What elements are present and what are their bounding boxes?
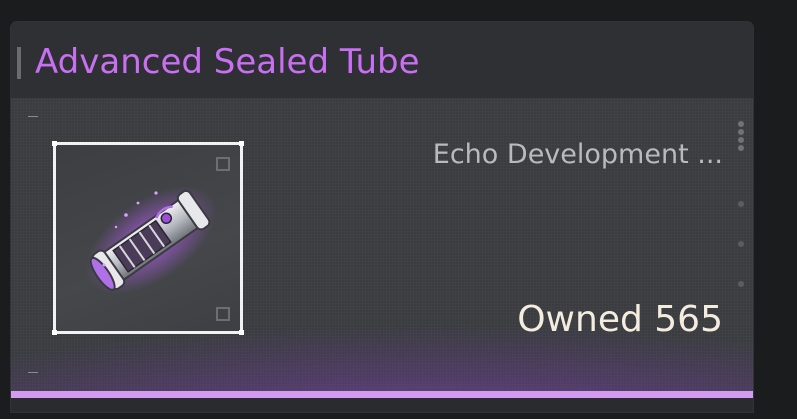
decor-dot: [738, 201, 744, 207]
decor-dot: [738, 281, 744, 287]
decor-dot: [738, 241, 744, 247]
decor-dot: [738, 137, 744, 143]
item-thumbnail[interactable]: [52, 141, 244, 335]
item-category-label: Echo Development ...: [432, 139, 723, 170]
rarity-bar: [11, 391, 753, 398]
owned-value: 565: [654, 299, 723, 340]
decor-dot: [738, 129, 744, 135]
decorative-dots: [738, 121, 744, 291]
card-header: Advanced Sealed Tube: [11, 22, 753, 99]
sealed-tube-icon: [85, 185, 217, 295]
owned-label: Owned: [517, 299, 643, 340]
header-accent-bar: [17, 47, 21, 79]
card-body: Echo Development ... Owned 565: [11, 99, 753, 412]
corner-mark-top-left: [28, 116, 38, 127]
corner-mark-bottom-left: [28, 372, 38, 383]
owned-count: Owned 565: [517, 299, 723, 340]
item-title: Advanced Sealed Tube: [35, 42, 420, 82]
bottom-strip: [11, 398, 753, 412]
item-card: Advanced Sealed Tube Echo Development ..…: [11, 22, 753, 412]
decor-dot: [738, 121, 744, 127]
decor-dot: [738, 145, 744, 151]
